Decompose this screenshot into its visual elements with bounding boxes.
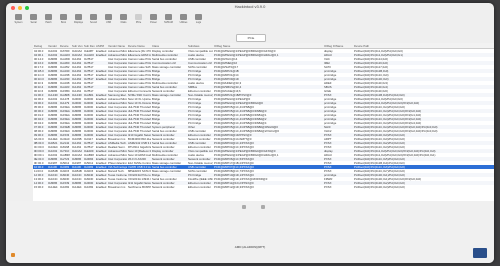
app-window: Hackintool v3.9.0 System Serial Patch Boot D… — [6, 3, 494, 263]
toolbar-item-label: USB — [106, 21, 111, 24]
toolbar-item-label: Utilities — [179, 21, 188, 24]
column-header[interactable]: Class — [151, 44, 187, 48]
table-body: 04:00.0 0x1002 0x67DF 0x1DA2 0xE387 Enabled Ad… — [33, 49, 494, 189]
column-header[interactable]: ASPM — [95, 44, 107, 48]
column-header[interactable]: IOReg Name — [213, 44, 323, 48]
column-header[interactable]: Debug — [33, 44, 47, 48]
status-bar: AMD (ALADDIN)(RPT) — [6, 201, 494, 263]
title-bar: Hackintool v3.9.0 — [6, 3, 494, 12]
disks-icon — [120, 14, 127, 20]
toolbar-item-label: NVRAM — [164, 21, 173, 24]
table-cell: Broadcom Inc. — [108, 185, 127, 189]
toolbar-item-label: Displays — [73, 21, 84, 24]
toolbar-item-label: Boot — [61, 21, 66, 24]
table-cell: PXSX — [324, 185, 332, 189]
column-header[interactable]: Subclass — [187, 44, 213, 48]
table-cell: Enabled — [96, 53, 107, 57]
nvram-icon — [165, 14, 172, 20]
toolbar-item-usb[interactable]: USB — [101, 12, 116, 30]
toolbar-item-power[interactable]: Power — [146, 12, 161, 30]
toolbar-item-boot[interactable]: Boot — [56, 12, 71, 30]
column-header[interactable]: Sub Dev — [83, 44, 95, 48]
toolbar-item-utilities[interactable]: Utilities — [176, 12, 191, 30]
displays-icon — [75, 14, 82, 20]
toolbar-item-sound[interactable]: Sound — [86, 12, 101, 30]
table-cell: Ethernet controller — [188, 185, 211, 189]
pcie-icon — [135, 14, 142, 20]
column-header[interactable]: Device — [59, 44, 71, 48]
table-cell: 15:00.0 — [34, 185, 44, 189]
tab-pcie[interactable]: PCIe — [236, 34, 266, 42]
toolbar-item-patch[interactable]: Patch — [41, 12, 56, 30]
pcie-table[interactable]: Debug Vendor Device Sub Ven Sub Dev ASPM Vendo… — [33, 43, 494, 201]
toolbar-item-label: Sound — [90, 21, 97, 24]
boot-icon — [60, 14, 67, 20]
toolbar-item-label: Serial — [30, 21, 37, 24]
column-header[interactable]: Sub Ven — [71, 44, 83, 48]
table-cell: 0x1682 — [60, 185, 70, 189]
table-cell: Enabled — [96, 77, 107, 81]
column-header[interactable]: Vendor Name — [107, 44, 127, 48]
headsoft-logo — [473, 248, 487, 258]
system-icon — [15, 14, 22, 20]
table-cell: Network controller — [152, 185, 175, 189]
lock-icon[interactable] — [11, 253, 15, 257]
logs-icon — [195, 14, 202, 20]
toolbar-item-nvram[interactable]: NVRAM — [161, 12, 176, 30]
table-cell: Enabled — [96, 185, 107, 189]
toolbar-item-serial[interactable]: Serial — [26, 12, 41, 30]
utilities-icon — [180, 14, 187, 20]
column-header[interactable]: Vendor — [47, 44, 59, 48]
toolbar-item-system[interactable]: System — [11, 12, 26, 30]
toolbar-item-label: Patch — [45, 21, 52, 24]
table-cell: 0x14E4 — [48, 185, 58, 189]
table-cell: PCI0@0/RP12@1D,3/PXSX@0 — [214, 185, 254, 189]
toolbar-item-pcie[interactable]: PCIe — [131, 12, 146, 30]
table-cell: PciRoot(0x0)/Pci(0x1D,0x3)/Pci(0x0,0x0) — [354, 185, 405, 189]
device-path-label: AMD (ALADDIN)(RPT) — [234, 245, 266, 249]
toolbar-item-label: Logs — [195, 21, 202, 24]
toolbar-item-displays[interactable]: Displays — [71, 12, 86, 30]
column-header[interactable]: Device Path — [353, 44, 484, 48]
usb-icon — [105, 14, 112, 20]
serial-icon — [30, 14, 37, 20]
table-cell: 0x14E4 — [72, 185, 82, 189]
toolbar: System Serial Patch Boot Displays Sound USB Dis… — [6, 12, 494, 32]
export-icon[interactable] — [242, 205, 246, 209]
window-title: Hackintool v3.9.0 — [234, 4, 266, 9]
table-cell: NetXtreme BCM57762 — [128, 185, 151, 189]
column-header[interactable]: IOReg IOName — [323, 44, 353, 48]
refresh-icon[interactable] — [261, 205, 265, 209]
sound-icon — [90, 14, 97, 20]
table-cell: 0x1682 — [84, 185, 94, 189]
toolbar-item-label: Power — [150, 21, 157, 24]
toolbar-item-label: Disks — [120, 21, 127, 24]
toolbar-item-label: System — [14, 21, 23, 24]
patch-icon — [45, 14, 52, 20]
toolbar-item-label: PCIe — [135, 21, 142, 24]
toolbar-item-logs[interactable]: Logs — [191, 12, 206, 30]
column-header[interactable]: Device Name — [127, 44, 151, 48]
table-row[interactable]: 15:00.0 0x14E4 0x1682 0x14E4 0x1682 Enabled Br… — [33, 185, 494, 189]
power-icon — [150, 14, 157, 20]
toolbar-item-disks[interactable]: Disks — [116, 12, 131, 30]
